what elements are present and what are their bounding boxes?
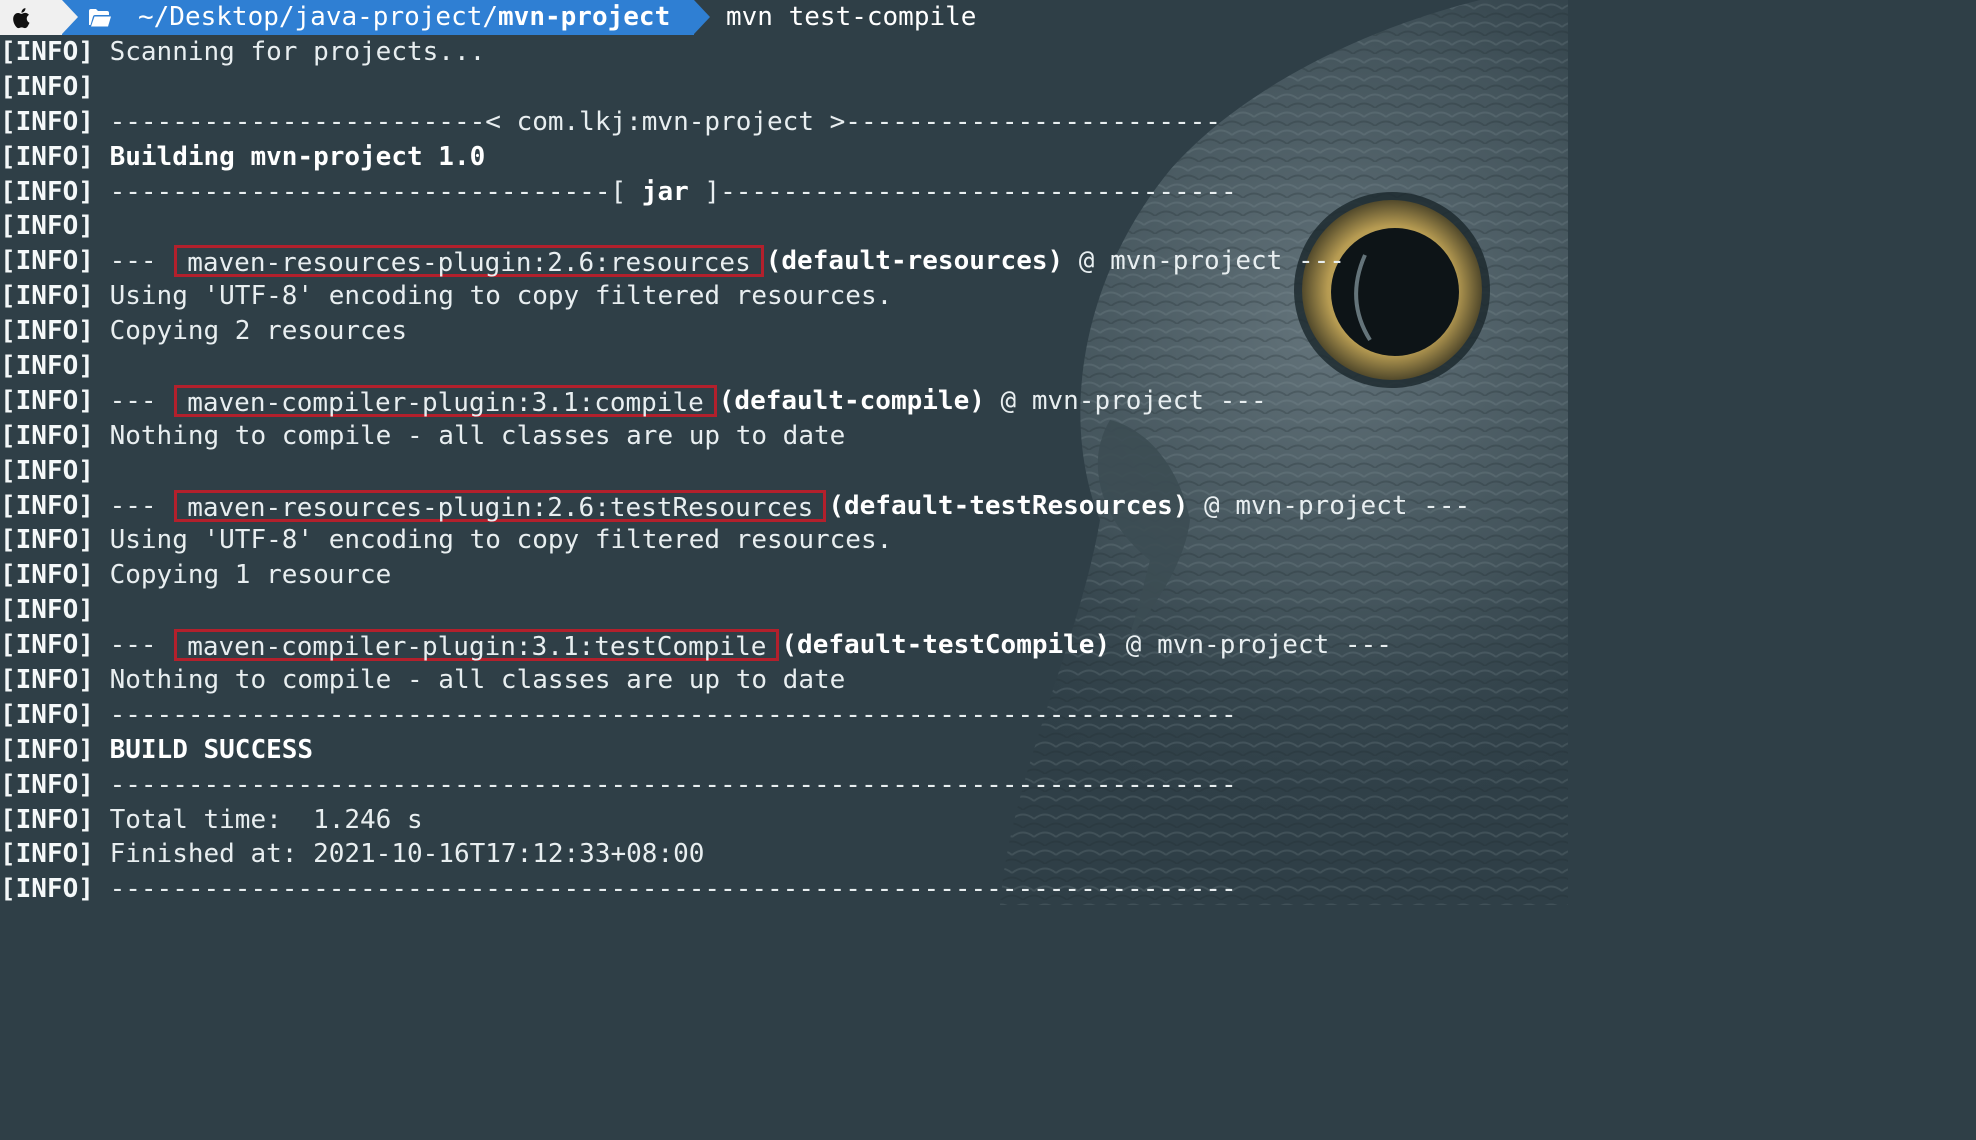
log-line: [INFO] xyxy=(0,349,1568,384)
log-level-tag: [INFO] xyxy=(0,106,94,137)
log-level-tag: [INFO] xyxy=(0,211,94,242)
log-line: [INFO] Finished at: 2021-10-16T17:12:33+… xyxy=(0,837,1568,872)
log-line: [INFO] ---------------------------------… xyxy=(0,698,1568,733)
log-level-tag: [INFO] xyxy=(0,281,94,312)
command-output: [INFO] Scanning for projects... [INFO] [IN… xyxy=(0,35,1568,905)
log-text: Scanning for projects... xyxy=(109,37,486,67)
log-text: --------------------------------[ xyxy=(109,176,642,207)
log-level-tag: [INFO] xyxy=(0,839,94,870)
log-level-tag: [INFO] xyxy=(0,71,94,102)
log-level-tag: [INFO] xyxy=(0,630,94,661)
log-line: [INFO] Total time: 1.246 s xyxy=(0,803,1568,838)
log-line: [INFO] Copying 2 resources xyxy=(0,314,1568,349)
log-text-bold: (default-testCompile) xyxy=(781,630,1111,661)
log-text-bold: (default-testResources) xyxy=(828,490,1189,521)
log-text: @ mvn-project --- xyxy=(984,385,1267,416)
log-line: [INFO] Using 'UTF-8' encoding to copy fi… xyxy=(0,523,1568,558)
log-text-bold: (default-compile) xyxy=(718,385,985,416)
log-level-tag: [INFO] xyxy=(0,595,94,626)
prompt-directory-arrow xyxy=(694,0,710,34)
log-line: [INFO] xyxy=(0,70,1568,105)
path-prefix: ~/Desktop/java-project/ xyxy=(138,2,499,32)
highlighted-plugin-goal: maven-compiler-plugin:3.1:testCompile xyxy=(174,629,780,662)
prompt-os-arrow xyxy=(62,0,78,34)
highlighted-plugin-goal: maven-resources-plugin:2.6:resources xyxy=(174,245,764,278)
log-line: [INFO] Scanning for projects... xyxy=(0,35,1568,70)
log-level-tag: [INFO] xyxy=(0,37,94,67)
terminal-window[interactable]: ~/Desktop/java-project/mvn-project mvn t… xyxy=(0,0,1568,905)
log-level-tag: [INFO] xyxy=(0,141,94,172)
log-line: [INFO] Building mvn-project 1.0 xyxy=(0,140,1568,175)
log-level-tag: [INFO] xyxy=(0,385,94,416)
log-text-bold: jar xyxy=(641,176,689,207)
log-level-tag: [INFO] xyxy=(0,804,94,835)
log-text: Copying 1 resource xyxy=(109,560,392,591)
log-text: --- xyxy=(109,385,173,416)
log-line: [INFO] ---------------------------------… xyxy=(0,872,1568,905)
log-line: [INFO] --- maven-resources-plugin:2.6:re… xyxy=(0,244,1568,279)
log-level-tag: [INFO] xyxy=(0,176,94,207)
shell-prompt: ~/Desktop/java-project/mvn-project mvn t… xyxy=(0,0,1100,35)
log-level-tag: [INFO] xyxy=(0,351,94,382)
log-text: ----------------------------------------… xyxy=(109,699,1237,730)
log-text: ----------------------------------------… xyxy=(109,769,1237,800)
log-text: @ mvn-project --- xyxy=(1063,246,1345,277)
log-text-bold: Building mvn-project 1.0 xyxy=(109,141,486,172)
log-text: --- xyxy=(109,490,173,521)
log-text: --- xyxy=(109,246,173,277)
log-level-tag: [INFO] xyxy=(0,246,94,277)
log-line: [INFO] --- maven-resources-plugin:2.6:te… xyxy=(0,489,1568,524)
log-level-tag: [INFO] xyxy=(0,665,94,696)
log-line: [INFO] ---------------------------------… xyxy=(0,768,1568,803)
log-text: Finished at: 2021-10-16T17:12:33+08:00 xyxy=(109,839,705,870)
log-line: [INFO] Nothing to compile - all classes … xyxy=(0,663,1568,698)
path-current-directory: mvn-project xyxy=(498,2,671,32)
log-level-tag: [INFO] xyxy=(0,734,94,765)
log-line: [INFO] BUILD SUCCESS xyxy=(0,733,1568,768)
prompt-path: ~/Desktop/java-project/mvn-project xyxy=(138,0,670,35)
log-level-tag: [INFO] xyxy=(0,455,94,486)
log-level-tag: [INFO] xyxy=(0,874,94,905)
log-text: Using 'UTF-8' encoding to copy filtered … xyxy=(109,525,893,556)
log-line: [INFO] xyxy=(0,593,1568,628)
log-text-bold: BUILD SUCCESS xyxy=(109,734,314,765)
log-line: [INFO] Using 'UTF-8' encoding to copy fi… xyxy=(0,279,1568,314)
apple-logo-icon xyxy=(13,8,30,29)
log-text: Nothing to compile - all classes are up … xyxy=(109,420,846,451)
command-text: mvn test-compile xyxy=(726,2,977,32)
log-line: [INFO] Copying 1 resource xyxy=(0,558,1568,593)
log-level-tag: [INFO] xyxy=(0,699,94,730)
log-line: [INFO] --- maven-compiler-plugin:3.1:com… xyxy=(0,384,1568,419)
log-level-tag: [INFO] xyxy=(0,420,94,451)
highlighted-plugin-goal: maven-resources-plugin:2.6:testResources xyxy=(174,489,827,523)
log-text: @ mvn-project --- xyxy=(1188,490,1471,521)
log-text: Total time: 1.246 s xyxy=(109,804,423,835)
log-text: Copying 2 resources xyxy=(109,316,407,347)
log-level-tag: [INFO] xyxy=(0,560,94,591)
log-line: [INFO] ------------------------< com.lkj… xyxy=(0,105,1568,140)
log-line: [INFO] --------------------------------[… xyxy=(0,175,1568,210)
log-text: --- xyxy=(109,630,173,661)
log-line: [INFO] xyxy=(0,454,1568,489)
log-text: ]--------------------------------- xyxy=(688,176,1237,207)
log-level-tag: [INFO] xyxy=(0,490,94,521)
log-level-tag: [INFO] xyxy=(0,316,94,347)
highlighted-plugin-goal: maven-compiler-plugin:3.1:compile xyxy=(174,384,717,418)
folder-open-icon xyxy=(89,9,111,27)
log-line: [INFO] Nothing to compile - all classes … xyxy=(0,419,1568,454)
log-line: [INFO] xyxy=(0,209,1568,244)
log-level-tag: [INFO] xyxy=(0,769,94,800)
log-text: ----------------------------------------… xyxy=(109,874,1237,905)
log-level-tag: [INFO] xyxy=(0,525,94,556)
log-text: Nothing to compile - all classes are up … xyxy=(109,665,846,696)
log-text-bold: (default-resources) xyxy=(765,246,1064,277)
log-text: ------------------------< com.lkj:mvn-pr… xyxy=(109,106,1221,137)
log-text: Using 'UTF-8' encoding to copy filtered … xyxy=(109,281,893,312)
log-text: @ mvn-project --- xyxy=(1110,630,1392,661)
log-line: [INFO] --- maven-compiler-plugin:3.1:tes… xyxy=(0,628,1568,663)
